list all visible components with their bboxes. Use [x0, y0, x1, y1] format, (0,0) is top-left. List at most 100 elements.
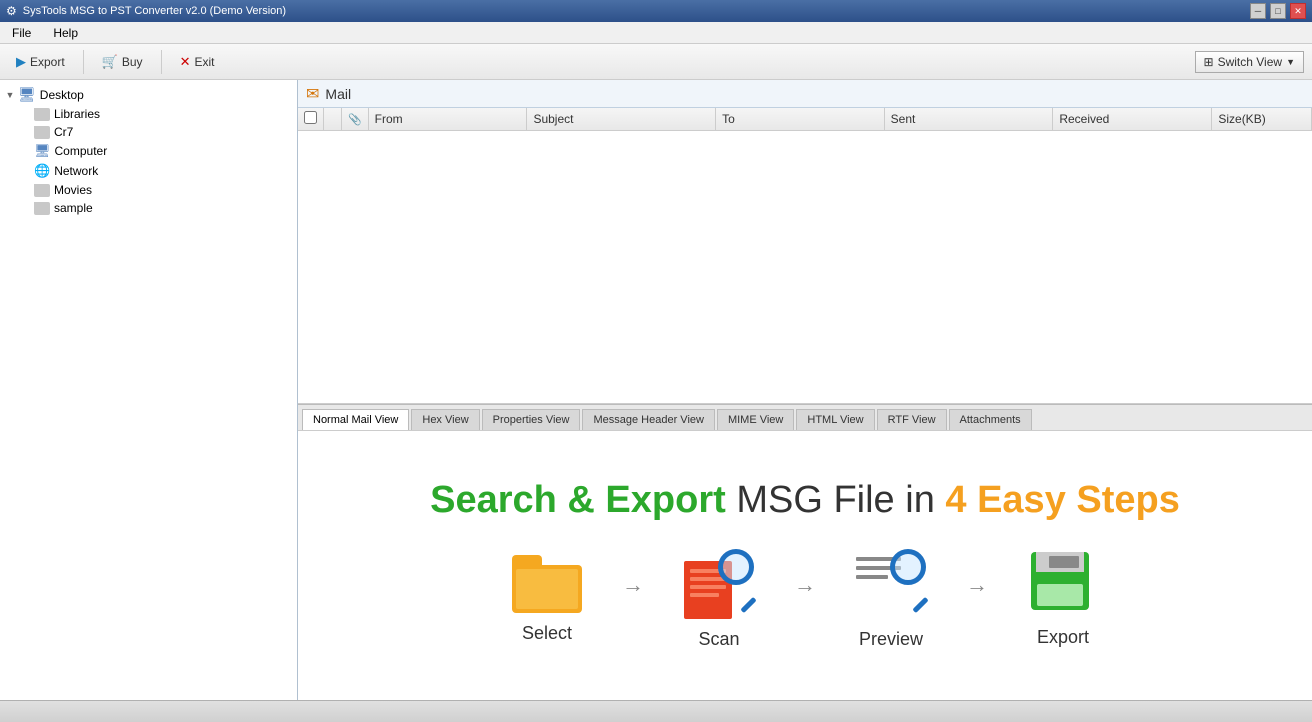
col-received[interactable]: Received [1053, 108, 1212, 131]
tree-expand-cr7[interactable] [20, 126, 32, 138]
steps-title-green: Search & Export [430, 479, 726, 521]
close-button[interactable]: ✕ [1290, 3, 1306, 19]
tab-properties-view[interactable]: Properties View [482, 409, 581, 430]
tree-expand-sample[interactable] [20, 202, 32, 214]
tree-expand-computer[interactable] [20, 145, 32, 157]
tab-html-view[interactable]: HTML View [796, 409, 874, 430]
step-arrow-2: → [794, 572, 816, 598]
buy-label: Buy [122, 55, 143, 69]
col-subject[interactable]: Subject [527, 108, 716, 131]
steps-title: Search & Export MSG File in 4 Easy Steps [430, 481, 1180, 519]
step-scan-label: Scan [698, 629, 739, 650]
toolbar-separator-1 [83, 50, 84, 74]
tree-expand-desktop[interactable]: ▼ [4, 89, 16, 101]
exit-x-icon: ✕ [180, 54, 191, 70]
tree-label-cr7: Cr7 [54, 125, 73, 139]
tree-label-network: Network [54, 164, 98, 178]
tab-hex-view[interactable]: Hex View [411, 409, 479, 430]
menu-file[interactable]: File [6, 24, 37, 42]
tree-item-libraries[interactable]: Libraries [0, 105, 297, 123]
tree-label-computer: Computer [55, 144, 108, 158]
mail-table-wrapper: 📎 From Subject To [298, 108, 1312, 403]
step-arrow-3: → [966, 572, 988, 598]
step-export: Export [1008, 552, 1118, 648]
sample-folder-icon [34, 202, 50, 215]
col-attach-header[interactable]: 📎 [341, 108, 368, 131]
tree-label-movies: Movies [54, 183, 92, 197]
col-from[interactable]: From [368, 108, 527, 131]
toolbar-separator-2 [161, 50, 162, 74]
tree-item-desktop[interactable]: ▼ 🖥 Desktop [0, 84, 297, 105]
step-scan: Scan [664, 549, 774, 650]
tab-bar: Normal Mail View Hex View Properties Vie… [298, 404, 1312, 430]
tab-mime-view[interactable]: MIME View [717, 409, 794, 430]
scan-icon [684, 549, 754, 619]
step-preview-label: Preview [859, 629, 923, 650]
cr7-folder-icon [34, 126, 50, 139]
menu-bar: File Help [0, 22, 1312, 44]
mail-header-icon: ✉ [306, 84, 319, 104]
step-select-label: Select [522, 623, 572, 644]
tree-label-libraries: Libraries [54, 107, 100, 121]
title-bar-controls: ─ □ ✕ [1250, 3, 1306, 19]
tree-expand-network[interactable] [20, 165, 32, 177]
step-export-label: Export [1037, 627, 1089, 648]
step-select: Select [492, 555, 602, 644]
preview-icon [856, 549, 926, 619]
preview-area: Search & Export MSG File in 4 Easy Steps… [298, 430, 1312, 700]
window-title: SysTools MSG to PST Converter v2.0 (Demo… [23, 5, 286, 17]
network-icon: 🌐 [34, 163, 50, 179]
buy-cart-icon: 🛒 [102, 54, 118, 70]
tree-expand-libraries[interactable] [20, 108, 32, 120]
tree-item-computer[interactable]: 🖥 Computer [0, 141, 297, 161]
tree-item-sample[interactable]: sample [0, 199, 297, 217]
mail-header: ✉ Mail [298, 80, 1312, 108]
export-label: Export [30, 55, 65, 69]
switch-view-label: Switch View [1218, 55, 1282, 69]
buy-button[interactable]: 🛒 Buy [94, 50, 151, 74]
tab-attachments[interactable]: Attachments [949, 409, 1032, 430]
desktop-folder-icon: 🖥 [18, 86, 36, 103]
tree-item-cr7[interactable]: Cr7 [0, 123, 297, 141]
export-button[interactable]: ▶ Export [8, 50, 73, 74]
col-flag[interactable] [324, 108, 342, 131]
computer-icon: 🖥 [34, 143, 51, 159]
tree-label-desktop: Desktop [40, 88, 84, 102]
switch-view-button[interactable]: ⊞ Switch View ▼ [1195, 51, 1304, 73]
title-bar: ⚙ SysTools MSG to PST Converter v2.0 (De… [0, 0, 1312, 22]
title-bar-left: ⚙ SysTools MSG to PST Converter v2.0 (De… [6, 4, 286, 18]
menu-help[interactable]: Help [47, 24, 84, 42]
mail-header-title: Mail [325, 86, 351, 102]
mail-table: 📎 From Subject To [298, 108, 1312, 131]
toolbar-left: ▶ Export 🛒 Buy ✕ Exit [8, 50, 222, 74]
col-sent[interactable]: Sent [884, 108, 1053, 131]
tree-expand-movies[interactable] [20, 184, 32, 196]
mail-view-top: ✉ Mail 📎 [298, 80, 1312, 404]
movies-folder-icon [34, 184, 50, 197]
tab-rtf-view[interactable]: RTF View [877, 409, 947, 430]
tree-item-network[interactable]: 🌐 Network [0, 161, 297, 181]
exit-label: Exit [194, 55, 214, 69]
minimize-button[interactable]: ─ [1250, 3, 1266, 19]
tab-normal-mail-view[interactable]: Normal Mail View [302, 409, 409, 431]
export-icon [1031, 552, 1096, 617]
export-arrow-icon: ▶ [16, 54, 26, 70]
libraries-folder-icon [34, 108, 50, 121]
tab-message-header-view[interactable]: Message Header View [582, 409, 714, 430]
col-check[interactable] [298, 108, 324, 131]
tree-label-sample: sample [54, 201, 93, 215]
select-all-checkbox[interactable] [304, 111, 317, 124]
col-size[interactable]: Size(KB) [1212, 108, 1312, 131]
exit-button[interactable]: ✕ Exit [172, 50, 223, 74]
tree-item-movies[interactable]: Movies [0, 181, 297, 199]
col-to[interactable]: To [716, 108, 885, 131]
select-icon [512, 555, 582, 613]
status-bar [0, 700, 1312, 722]
right-panel: ✉ Mail 📎 [298, 80, 1312, 700]
switch-view-icon: ⊞ [1204, 55, 1214, 69]
maximize-button[interactable]: □ [1270, 3, 1286, 19]
steps-row: Select → [492, 549, 1118, 650]
step-arrow-1: → [622, 572, 644, 598]
main-area: ▼ 🖥 Desktop Libraries Cr7 🖥 Computer [0, 80, 1312, 700]
toolbar: ▶ Export 🛒 Buy ✕ Exit ⊞ Switch View ▼ [0, 44, 1312, 80]
